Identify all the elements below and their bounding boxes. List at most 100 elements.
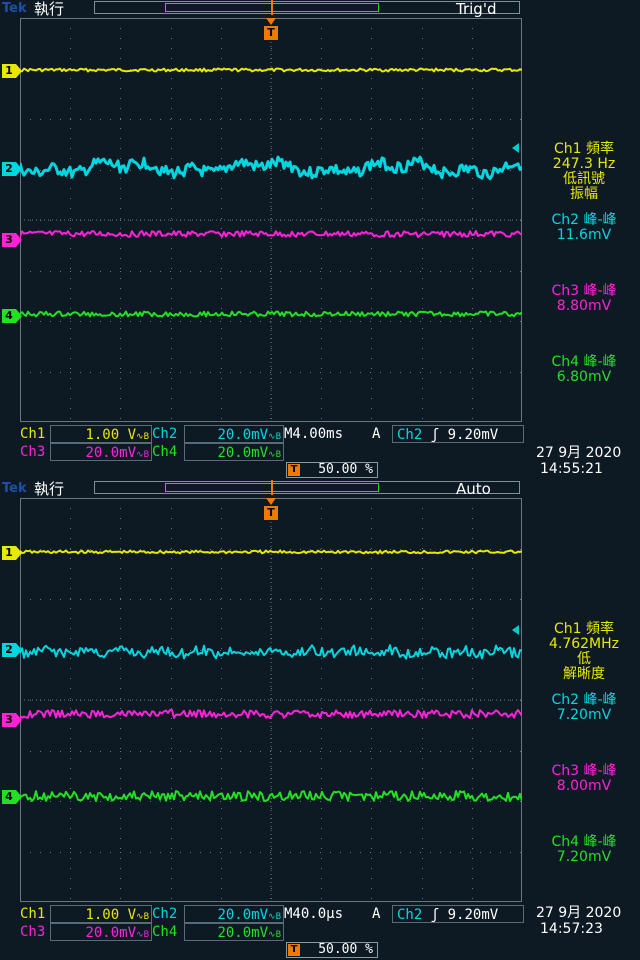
- trigger-mode: A: [372, 906, 381, 922]
- meas-ch2-value: 7.20mV: [556, 707, 612, 723]
- meas-ch3-value: 8.80mV: [556, 298, 612, 314]
- readout-bar: Ch1 1.00 V∿B Ch2 20.0mV∿B M40.0µs A Ch2 …: [0, 904, 640, 960]
- readout-bar: Ch1 1.00 V∿B Ch2 20.0mV∿B M4.00ms A Ch2 …: [0, 424, 640, 480]
- meas-ch3-title: Ch3 峰-峰: [551, 763, 617, 779]
- ch1-scale-text: 1.00 V: [85, 907, 137, 923]
- ch4-ground-marker[interactable]: 4: [2, 309, 22, 323]
- trigger-mode: A: [372, 426, 381, 442]
- ch4-scale-text: 20.0mV: [217, 445, 269, 461]
- trigger-point-arrow: [266, 18, 276, 25]
- ch1-trace: [20, 549, 522, 555]
- trigger-position-marker: [271, 480, 273, 495]
- timebase[interactable]: M4.00ms: [282, 425, 345, 443]
- bw-limit-icon: ∿B: [136, 930, 149, 940]
- meas-ch1-note2: 振幅: [570, 186, 598, 202]
- time-stamp: 14:57:23: [540, 921, 603, 937]
- ch4-scale[interactable]: 20.0mV∿B: [184, 443, 284, 461]
- ch2-scale[interactable]: 20.0mV∿B: [184, 905, 284, 923]
- measurement-ch4: Ch4 峰-峰 7.20mV: [528, 835, 640, 865]
- ch2-trace: [20, 644, 522, 660]
- status-bar: Tek 執行 Trig'd: [0, 0, 640, 18]
- ch3-ground-marker[interactable]: 3: [2, 713, 22, 727]
- meas-ch4-value: 6.80mV: [556, 369, 612, 385]
- ch1-label: Ch1: [20, 426, 46, 442]
- trigger-status: Trig'd: [456, 0, 497, 18]
- meas-ch2-value: 11.6mV: [556, 227, 612, 243]
- trigger-slope-icon: ʃ: [430, 907, 440, 923]
- trigger-t-icon: T: [288, 944, 300, 956]
- trigger-readout[interactable]: Ch2 ʃ 9.20mV: [392, 905, 524, 923]
- ch2-scale-text: 20.0mV: [217, 907, 269, 923]
- ch2-ground-marker[interactable]: 2: [2, 643, 22, 657]
- meas-ch4-title: Ch4 峰-峰: [551, 834, 617, 850]
- date-stamp: 27 9月 2020: [536, 905, 622, 921]
- ch3-label: Ch3: [20, 924, 46, 940]
- trigger-t-icon: T: [264, 506, 278, 520]
- trigger-point-arrow: [266, 498, 276, 505]
- meas-ch1-note1: 低訊號: [563, 171, 605, 187]
- trigger-slope-icon: ʃ: [430, 427, 440, 443]
- waveform-graticule: [20, 18, 522, 422]
- measurement-ch2: Ch2 峰-峰 7.20mV: [528, 693, 640, 723]
- ch4-trace: [20, 310, 522, 318]
- ch4-ground-marker[interactable]: 4: [2, 790, 22, 804]
- bw-limit-icon: ∿B: [268, 450, 281, 460]
- meas-ch3-value: 8.00mV: [556, 778, 612, 794]
- trigger-readout[interactable]: Ch2 ʃ 9.20mV: [392, 425, 524, 443]
- trigger-position-marker: [271, 0, 273, 15]
- meas-ch2-title: Ch2 峰-峰: [551, 692, 617, 708]
- ch4-scale[interactable]: 20.0mV∿B: [184, 923, 284, 941]
- trigger-t-icon: T: [288, 464, 300, 476]
- brand-logo: Tek: [2, 481, 27, 496]
- graticule-svg: [20, 498, 522, 902]
- measurement-ch1: Ch1 頻率 247.3 Hz 低訊號 振幅: [528, 142, 640, 202]
- ch1-trace: [20, 67, 522, 73]
- ch2-label: Ch2: [152, 426, 178, 442]
- trigger-level: 9.20mV: [447, 427, 499, 443]
- meas-ch1-note1: 低: [577, 651, 591, 667]
- ch3-scale-text: 20.0mV: [85, 445, 137, 461]
- ch3-scale[interactable]: 20.0mV∿B: [50, 923, 152, 941]
- brand-logo: Tek: [2, 1, 27, 16]
- run-state: 執行: [34, 480, 65, 498]
- meas-ch1-value: 4.762MHz: [548, 636, 620, 652]
- ch2-label: Ch2: [152, 906, 178, 922]
- waveform-graticule: [20, 498, 522, 902]
- ch2-scale[interactable]: 20.0mV∿B: [184, 425, 284, 443]
- trigger-status: Auto: [456, 480, 491, 498]
- ch3-label: Ch3: [20, 444, 46, 460]
- measurement-ch4: Ch4 峰-峰 6.80mV: [528, 355, 640, 385]
- ch3-scale-text: 20.0mV: [85, 925, 137, 941]
- meas-ch4-value: 7.20mV: [556, 849, 612, 865]
- measurement-ch1: Ch1 頻率 4.762MHz 低 解晰度: [528, 622, 640, 682]
- ch1-scale[interactable]: 1.00 V∿B: [50, 905, 152, 923]
- time-stamp: 14:55:21: [540, 461, 603, 477]
- ch1-ground-marker[interactable]: 1: [2, 64, 22, 78]
- trigger-position-readout[interactable]: T 50.00 %: [286, 462, 378, 478]
- trigger-level-arrow: [512, 625, 519, 635]
- ch4-label: Ch4: [152, 444, 178, 460]
- bw-limit-icon: ∿B: [136, 912, 149, 922]
- meas-ch1-title: Ch1 頻率: [553, 621, 614, 637]
- trigger-position-text: 50.00 %: [318, 942, 373, 957]
- run-state: 執行: [34, 0, 65, 18]
- ch1-scale[interactable]: 1.00 V∿B: [50, 425, 152, 443]
- trigger-position-text: 50.00 %: [318, 462, 373, 477]
- trigger-position-readout[interactable]: T 50.00 %: [286, 942, 378, 958]
- ch2-ground-marker[interactable]: 2: [2, 162, 22, 176]
- trigger-level: 9.20mV: [447, 907, 499, 923]
- measurement-ch3: Ch3 峰-峰 8.00mV: [528, 764, 640, 794]
- timebase[interactable]: M40.0µs: [282, 905, 345, 923]
- ch1-label: Ch1: [20, 906, 46, 922]
- trigger-t-icon: T: [264, 26, 278, 40]
- meas-ch4-title: Ch4 峰-峰: [551, 354, 617, 370]
- bw-limit-icon: ∿B: [268, 432, 281, 442]
- ch1-ground-marker[interactable]: 1: [2, 546, 22, 560]
- measurement-ch3: Ch3 峰-峰 8.80mV: [528, 284, 640, 314]
- meas-ch1-title: Ch1 頻率: [553, 141, 614, 157]
- ch4-label: Ch4: [152, 924, 178, 940]
- meas-ch1-note2: 解晰度: [563, 666, 605, 682]
- ch3-ground-marker[interactable]: 3: [2, 233, 22, 247]
- ch3-scale[interactable]: 20.0mV∿B: [50, 443, 152, 461]
- meas-ch2-title: Ch2 峰-峰: [551, 212, 617, 228]
